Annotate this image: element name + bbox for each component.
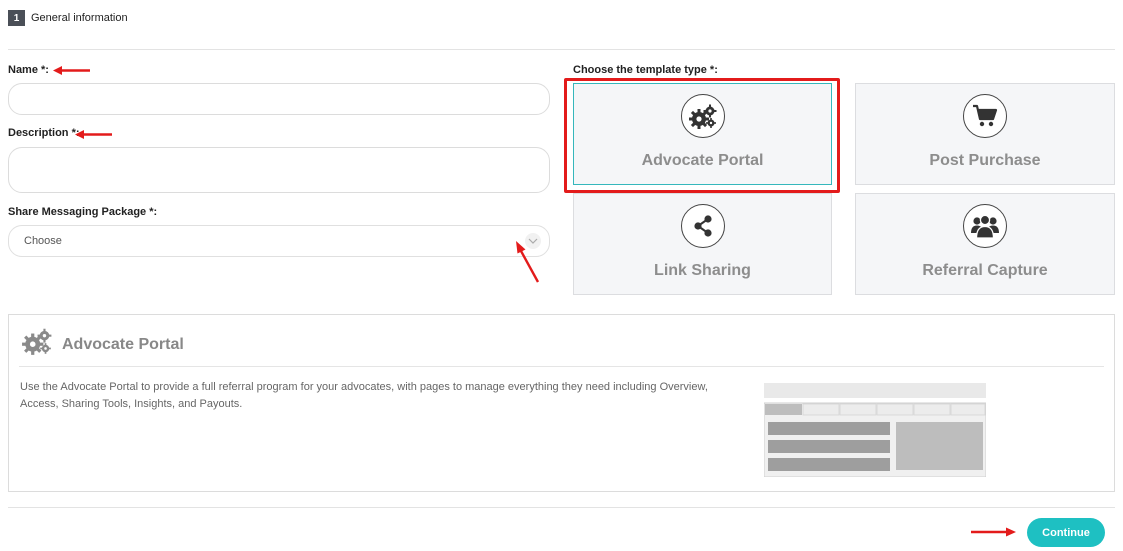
section-header: 1 General information [8,10,128,26]
template-card-referral-capture[interactable]: Referral Capture [855,193,1115,295]
template-card-link-sharing[interactable]: Link Sharing [573,193,832,295]
template-type-label: Choose the template type *: [573,64,718,76]
annotation-arrow-icon [75,130,112,139]
step-number-badge: 1 [8,10,25,26]
template-card-advocate-portal[interactable]: Advocate Portal [573,83,832,185]
template-card-label: Post Purchase [929,152,1041,169]
preview-divider [19,366,1104,367]
chevron-down-icon[interactable] [525,233,541,249]
description-textarea[interactable] [8,147,550,193]
gears-icon [680,94,725,138]
template-card-label: Advocate Portal [641,152,764,169]
template-card-label: Link Sharing [654,262,751,279]
continue-button[interactable]: Continue [1027,518,1105,547]
package-select-value: Choose [24,235,62,247]
gears-icon [20,325,54,357]
package-label: Share Messaging Package *: [8,206,158,218]
portal-wireframe-illustration [763,383,987,478]
people-icon [963,204,1007,248]
share-icon [680,204,725,248]
template-card-post-purchase[interactable]: Post Purchase [855,83,1115,185]
description-label: Description *: [8,127,80,139]
footer-divider [8,507,1115,508]
preview-description: Use the Advocate Portal to provide a ful… [20,381,708,410]
cart-icon [963,94,1007,138]
header-divider [8,49,1115,50]
package-select[interactable]: Choose [8,225,550,257]
template-card-label: Referral Capture [922,262,1048,279]
section-title: General information [31,12,128,24]
name-label: Name *: [8,64,49,76]
annotation-arrow-icon [53,66,90,75]
name-input[interactable] [8,83,550,115]
template-preview-panel: Advocate Portal Use the Advocate Portal … [8,314,1115,492]
preview-title: Advocate Portal [62,336,184,353]
annotation-arrow-icon [971,527,1016,537]
